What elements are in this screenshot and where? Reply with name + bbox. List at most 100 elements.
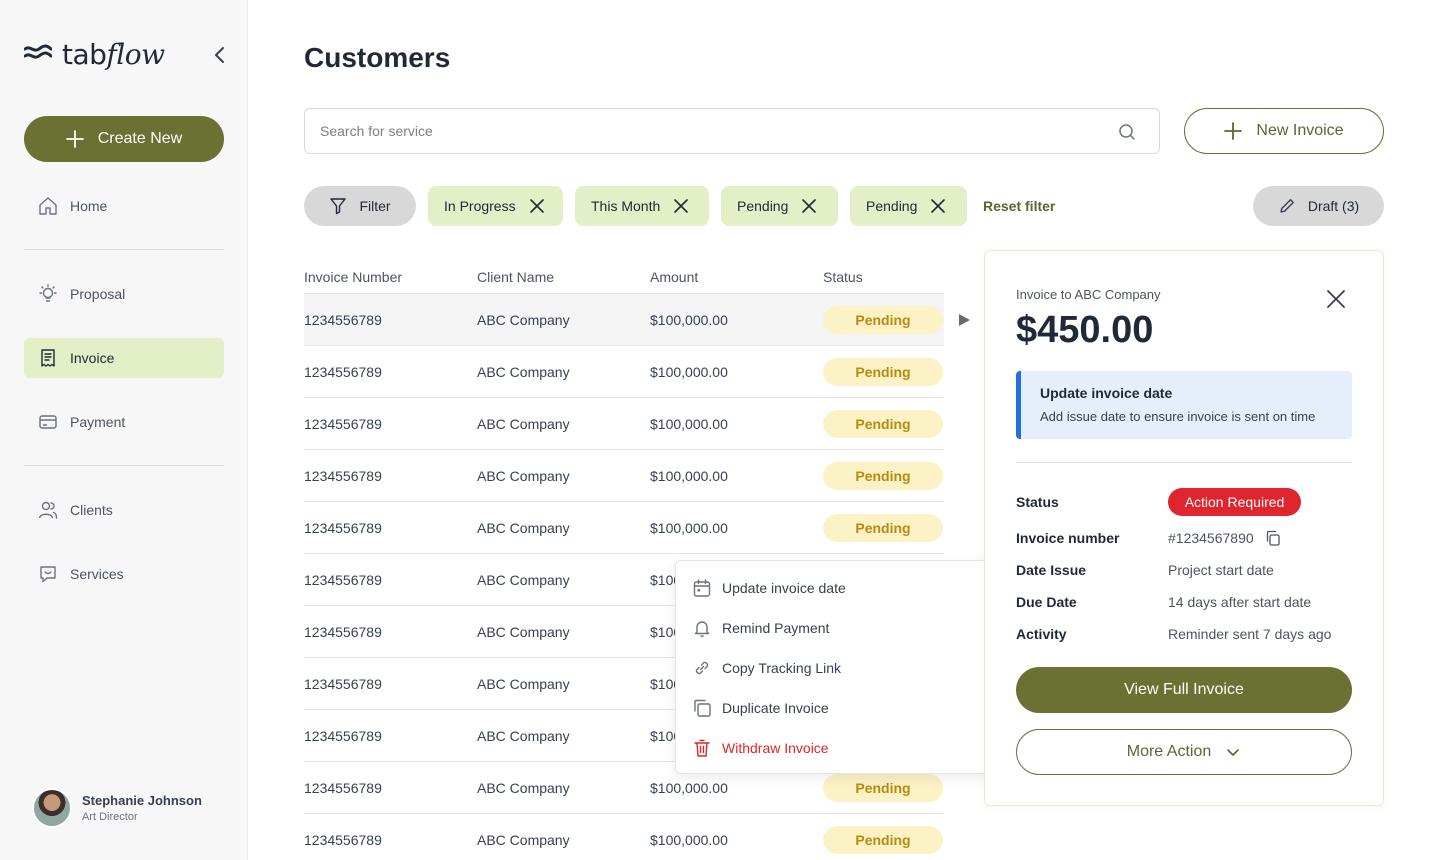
- column-header[interactable]: Client Name: [477, 269, 650, 285]
- update-date-alert[interactable]: Update invoice date Add issue date to en…: [1016, 371, 1352, 439]
- status-cell: Pending: [823, 773, 944, 802]
- nav-divider: [24, 465, 224, 466]
- client-name-cell: ABC Company: [477, 415, 570, 432]
- status-cell: Pending: [823, 461, 944, 490]
- menu-item-update-date[interactable]: Update invoice date: [676, 568, 1008, 608]
- table-header: Invoice Number Client Name Amount Status: [304, 260, 944, 294]
- collapse-sidebar-icon[interactable]: [210, 44, 230, 66]
- sidebar-item-label: Clients: [70, 502, 113, 518]
- sidebar-item-label: Home: [70, 198, 108, 214]
- plus-icon: [1224, 122, 1243, 140]
- more-action-button[interactable]: More Action: [1016, 729, 1352, 775]
- column-header[interactable]: Amount: [650, 269, 823, 285]
- sidebar: tabflow Create New Home Proposal Invoice…: [0, 0, 248, 860]
- play-arrow-icon[interactable]: [957, 313, 971, 327]
- menu-item-remind-payment[interactable]: Remind Payment: [676, 608, 1008, 648]
- view-full-invoice-button[interactable]: View Full Invoice: [1016, 667, 1352, 713]
- close-icon[interactable]: [1324, 287, 1348, 311]
- draft-button[interactable]: Draft (3): [1253, 186, 1384, 226]
- invoice-number-cell: 1234556789: [304, 623, 382, 640]
- search-icon[interactable]: [1117, 122, 1137, 142]
- client-name-cell: ABC Company: [477, 519, 570, 536]
- table-row[interactable]: 1234556789 ABC Company $100,000.00 Pending: [304, 450, 944, 502]
- table-row[interactable]: 1234556789 ABC Company $100,000.00 Pending: [304, 502, 944, 554]
- close-icon[interactable]: [672, 197, 690, 215]
- status-badge: Action Required: [1168, 488, 1301, 516]
- filter-chip-pending[interactable]: Pending: [850, 186, 967, 226]
- table-row[interactable]: 1234556789 ABC Company $100,000.00 Pending: [304, 346, 944, 398]
- create-new-button[interactable]: Create New: [24, 116, 224, 162]
- user-name: Stephanie Johnson: [82, 793, 202, 808]
- alert-title: Update invoice date: [1040, 385, 1173, 401]
- sidebar-item-label: Payment: [70, 414, 126, 430]
- row-context-menu: Update invoice date Remind Payment Copy …: [675, 560, 1009, 774]
- new-invoice-button[interactable]: New Invoice: [1184, 108, 1384, 154]
- activity-value: Reminder sent 7 days ago: [1168, 626, 1332, 642]
- invoice-number-cell: 1234556789: [304, 571, 382, 588]
- invoice-number-cell: 1234556789: [304, 727, 382, 744]
- filter-label: Filter: [359, 198, 391, 214]
- menu-item-label: Copy Tracking Link: [722, 660, 842, 676]
- search-input[interactable]: [305, 109, 1085, 153]
- amount-cell: $100,000.00: [650, 363, 728, 380]
- filter-chip-in-progress[interactable]: In Progress: [428, 186, 563, 226]
- user-profile[interactable]: Stephanie Johnson Art Director: [32, 788, 202, 828]
- home-icon: [39, 197, 57, 215]
- invoice-number-cell: 1234556789: [304, 363, 382, 380]
- column-header[interactable]: Invoice Number: [304, 269, 477, 285]
- client-name-cell: ABC Company: [477, 467, 570, 484]
- invoice-number-cell: 1234556789: [304, 831, 382, 848]
- sidebar-item-invoice[interactable]: Invoice: [24, 338, 224, 378]
- nav-divider: [24, 249, 224, 250]
- invoice-detail-panel: Invoice to ABC Company $450.00 Update in…: [984, 250, 1384, 806]
- amount-cell: $100,000.00: [650, 467, 728, 484]
- sidebar-item-proposal[interactable]: Proposal: [24, 274, 224, 314]
- client-name-cell: ABC Company: [477, 311, 570, 328]
- close-icon[interactable]: [929, 197, 947, 215]
- column-header[interactable]: Status: [823, 269, 944, 285]
- amount-cell: $100,000.00: [650, 415, 728, 432]
- pencil-icon: [1280, 199, 1294, 213]
- menu-item-copy-link[interactable]: Copy Tracking Link: [676, 648, 1008, 688]
- status-cell: Pending: [823, 513, 944, 542]
- menu-item-label: Duplicate Invoice: [722, 700, 829, 716]
- sidebar-item-payment[interactable]: Payment: [24, 402, 224, 442]
- status-badge: Pending: [823, 825, 943, 854]
- filter-chip-this-month[interactable]: This Month: [575, 186, 709, 226]
- sidebar-item-home[interactable]: Home: [24, 186, 224, 226]
- due-date-value: 14 days after start date: [1168, 594, 1312, 610]
- table-row[interactable]: 1234556789 ABC Company $100,000.00 Pending: [304, 398, 944, 450]
- sidebar-item-clients[interactable]: Clients: [24, 490, 224, 530]
- card-icon: [39, 415, 57, 429]
- menu-item-withdraw[interactable]: Withdraw Invoice: [676, 728, 1008, 768]
- panel-divider: [1016, 462, 1352, 463]
- status-label: Status: [1016, 494, 1059, 510]
- close-icon[interactable]: [800, 197, 818, 215]
- table-row[interactable]: 1234556789 ABC Company $100,000.00 Pending: [304, 294, 944, 346]
- lightbulb-icon: [39, 284, 57, 302]
- date-issue-label: Date Issue: [1016, 562, 1087, 578]
- brand-logo[interactable]: tabflow: [24, 38, 165, 71]
- menu-item-label: Remind Payment: [722, 620, 830, 636]
- new-invoice-label: New Invoice: [1256, 122, 1344, 139]
- sidebar-item-services[interactable]: Services: [24, 554, 224, 594]
- filter-icon: [330, 198, 347, 215]
- menu-item-duplicate[interactable]: Duplicate Invoice: [676, 688, 1008, 728]
- plus-icon: [65, 130, 84, 148]
- draft-label: Draft (3): [1307, 198, 1360, 214]
- invoice-number-cell: 1234556789: [304, 311, 382, 328]
- filter-chip-pending[interactable]: Pending: [721, 186, 838, 226]
- user-role: Art Director: [82, 811, 138, 823]
- close-icon[interactable]: [528, 197, 546, 215]
- invoice-amount: $450.00: [1016, 309, 1154, 351]
- reset-filter-link[interactable]: Reset filter: [983, 198, 1055, 214]
- link-icon: [695, 661, 709, 675]
- copy-icon[interactable]: [1265, 530, 1281, 546]
- client-name-cell: ABC Company: [477, 779, 570, 796]
- invoice-number-cell: 1234556789: [304, 415, 382, 432]
- status-badge: Pending: [823, 513, 943, 542]
- table-row[interactable]: 1234556789 ABC Company $100,000.00 Pending: [304, 814, 944, 860]
- filter-button[interactable]: Filter: [304, 186, 416, 226]
- amount-cell: $100,000.00: [650, 831, 728, 848]
- invoice-number-cell: 1234556789: [304, 675, 382, 692]
